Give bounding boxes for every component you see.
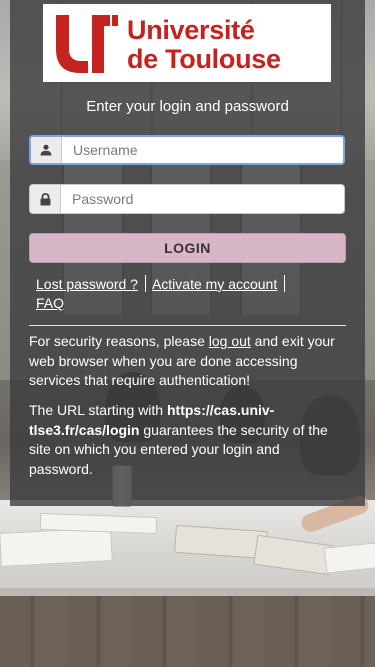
login-button[interactable]: LOGIN [29,233,346,263]
password-field-group [29,184,345,214]
ut-monogram-icon [56,15,118,73]
security-text-before: For security reasons, please [29,333,209,349]
user-icon [31,137,62,163]
faq-link[interactable]: FAQ [36,295,64,311]
activate-account-link[interactable]: Activate my account [152,276,277,292]
url-notice: The URL starting with https://cas.univ-t… [29,401,344,479]
section-divider [29,325,346,326]
university-logo: Université de Toulouse [43,4,331,82]
background-desk-base [0,596,375,667]
background-desk-edge [0,588,375,596]
logout-link[interactable]: log out [209,333,251,349]
password-input[interactable] [61,185,344,213]
background-paper [0,527,113,567]
lock-icon [30,185,61,213]
account-links: Lost password ? Activate my account FAQ [36,275,336,313]
logo-line-2: de Toulouse [127,44,281,74]
username-input[interactable] [62,137,343,163]
login-prompt: Enter your login and password [86,98,289,115]
username-field-group [29,135,345,165]
link-separator [284,275,286,292]
url-text-before: The URL starting with [29,402,167,418]
logo-line-1: Université [127,15,255,45]
link-separator [144,275,146,292]
background-paper [323,542,375,574]
security-notice: For security reasons, please log out and… [29,332,344,391]
lost-password-link[interactable]: Lost password ? [36,276,138,292]
